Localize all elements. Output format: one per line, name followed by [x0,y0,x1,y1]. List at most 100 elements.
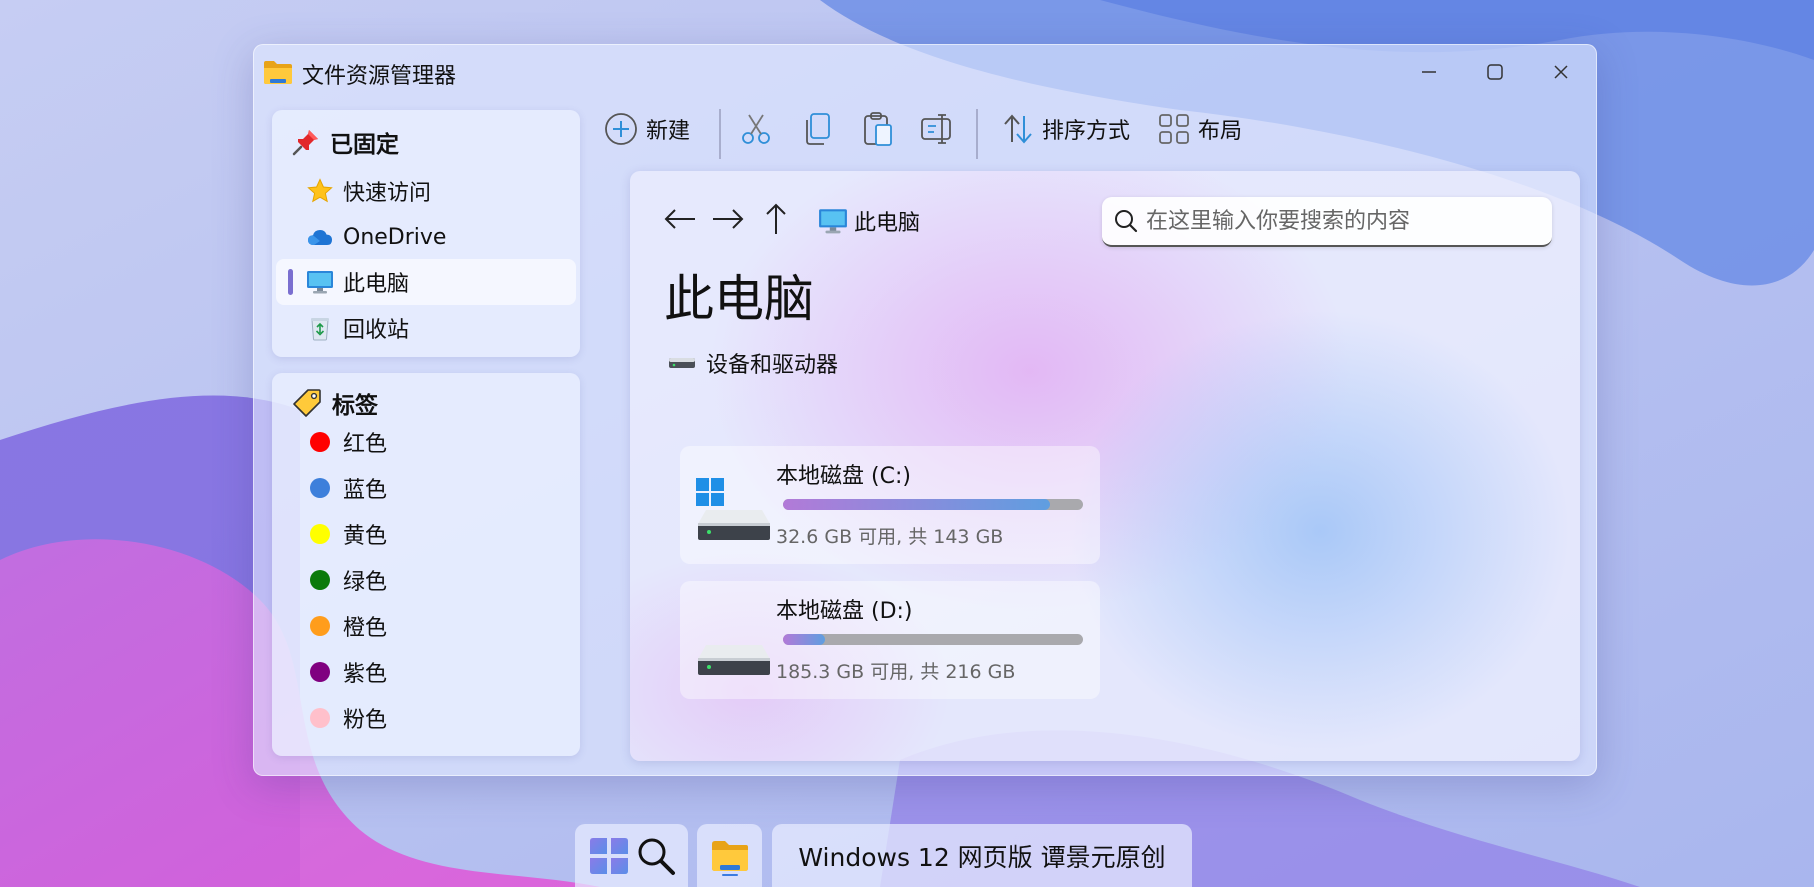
page-title: 此电脑 [664,270,814,328]
purple-dot-icon [310,662,330,682]
sidebar-item-label: 快速访问 [343,181,432,206]
new-button-label: 新建 [646,119,691,144]
monitor-icon [819,209,847,234]
taskbar-file-explorer[interactable] [697,824,762,887]
drive-space-info: 185.3 GB 可用, 共 216 GB [776,661,1016,683]
drive-name: 本地磁盘 (C:) [776,464,911,489]
drive-usage-fill [783,499,1050,510]
cloud-icon [306,223,334,251]
file-explorer-window: 文件资源管理器 已固定 快速访问 OneDrive 此电脑 回收站 标签 红色 … [253,44,1597,776]
maximize-button[interactable] [1462,49,1528,95]
tag-item-pink[interactable]: 粉色 [276,695,576,741]
minimize-button[interactable] [1396,49,1462,95]
breadcrumb-label: 此电脑 [854,211,921,236]
rename-button[interactable] [920,101,954,157]
tag-icon [293,389,321,417]
tag-item-yellow[interactable]: 黄色 [276,511,576,557]
folder-icon [711,840,748,876]
plus-circle-icon [605,113,637,145]
forward-button[interactable] [708,199,748,239]
drive-card-c[interactable]: 本地磁盘 (C:) 32.6 GB 可用, 共 143 GB [680,446,1100,564]
drive-space-info: 32.6 GB 可用, 共 143 GB [776,526,1004,548]
search-icon[interactable] [636,836,676,876]
maximize-icon [1487,64,1503,80]
tags-header-label: 标签 [332,393,378,419]
pinned-header: 已固定 [292,124,399,160]
arrow-left-icon [664,209,695,229]
up-button[interactable] [756,199,796,239]
title-bar[interactable]: 文件资源管理器 [254,45,1596,97]
tag-item-orange[interactable]: 橙色 [276,603,576,649]
clipboard-icon [864,112,892,146]
copy-icon [806,113,830,145]
window-title: 文件资源管理器 [302,64,457,89]
grid-layout-icon [1159,114,1189,144]
content-pane: 此电脑 此电脑 设备和驱动器 本地磁盘 (C:) 32 [630,171,1580,761]
hard-drive-icon [698,645,770,675]
star-icon [306,177,334,205]
drive-usage-bar [783,634,1083,645]
breadcrumb[interactable]: 此电脑 [818,205,920,237]
folder-icon [264,61,292,84]
tag-label: 紫色 [343,662,388,687]
sidebar-item-label: 回收站 [343,318,410,343]
sort-button[interactable]: 排序方式 [1002,101,1130,157]
taskbar-start-search [575,824,688,887]
active-indicator [288,269,293,295]
devices-section-header[interactable]: 设备和驱动器 [668,347,838,379]
tag-label: 橙色 [343,616,388,641]
sort-arrows-icon [1004,114,1032,144]
rename-icon [921,114,951,144]
drive-card-d[interactable]: 本地磁盘 (D:) 185.3 GB 可用, 共 216 GB [680,581,1100,699]
layout-button[interactable]: 布局 [1158,101,1242,157]
taskbar-brand-label: Windows 12 网页版 谭景元原创 [798,842,1166,872]
scissors-icon [742,114,770,144]
sidebar-item-label: OneDrive [343,224,447,250]
tag-label: 红色 [343,432,388,457]
tag-item-red[interactable]: 红色 [276,419,576,465]
sidebar-item-this-pc[interactable]: 此电脑 [276,259,576,305]
drive-name: 本地磁盘 (D:) [776,599,913,624]
drive-usage-fill [783,634,825,645]
toolbar-divider [976,109,978,159]
drive-usage-bar [783,499,1083,510]
monitor-icon [306,268,334,296]
tag-label: 黄色 [343,524,388,549]
recycle-bin-icon [306,314,334,342]
tag-item-green[interactable]: 绿色 [276,557,576,603]
close-icon [1554,65,1568,79]
tag-item-purple[interactable]: 紫色 [276,649,576,695]
search-icon [1115,210,1138,233]
sidebar-item-quick-access[interactable]: 快速访问 [276,168,576,214]
back-button[interactable] [660,199,700,239]
taskbar-brand: Windows 12 网页版 谭景元原创 [772,824,1192,887]
pinned-header-label: 已固定 [330,132,399,158]
close-button[interactable] [1528,49,1594,95]
pink-dot-icon [310,708,330,728]
sidebar-item-label: 此电脑 [343,272,410,297]
tags-header: 标签 [292,385,378,421]
paste-button[interactable] [862,101,894,157]
search-input[interactable] [1146,203,1542,239]
yellow-dot-icon [310,524,330,544]
section-label: 设备和驱动器 [706,353,839,378]
layout-button-label: 布局 [1198,119,1243,144]
copy-button[interactable] [802,101,832,157]
red-dot-icon [310,432,330,452]
sidebar-item-recycle-bin[interactable]: 回收站 [276,305,576,351]
windows-logo-icon[interactable] [588,835,630,877]
pin-icon [292,130,318,156]
sidebar-item-onedrive[interactable]: OneDrive [276,214,576,260]
system-drive-icon [696,478,770,540]
sort-button-label: 排序方式 [1042,119,1131,144]
cut-button[interactable] [740,101,772,157]
tag-item-blue[interactable]: 蓝色 [276,465,576,511]
minimize-icon [1422,71,1436,73]
tag-label: 绿色 [343,570,388,595]
new-button[interactable]: 新建 [604,101,690,157]
toolbar-divider [719,109,721,159]
search-box[interactable] [1102,197,1552,247]
drive-icon [669,358,695,368]
command-bar: 新建 排序方式 布局 [604,101,1584,159]
orange-dot-icon [310,616,330,636]
